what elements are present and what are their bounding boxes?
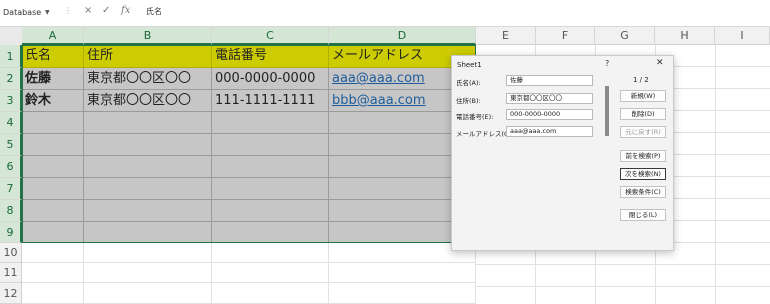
cell-b12[interactable] bbox=[84, 283, 212, 304]
cell-a9[interactable] bbox=[22, 222, 84, 243]
column-header-f[interactable]: F bbox=[536, 27, 595, 45]
cell-a1[interactable]: 氏名 bbox=[22, 45, 84, 68]
cell-a5[interactable] bbox=[22, 134, 84, 156]
cell-c11[interactable] bbox=[212, 263, 329, 283]
row-header-1[interactable]: 1 bbox=[0, 45, 22, 68]
cell-b1[interactable]: 住所 bbox=[84, 45, 212, 68]
cell-a10[interactable] bbox=[22, 243, 84, 263]
name-box-value: Database bbox=[3, 8, 42, 17]
cell-b11[interactable] bbox=[84, 263, 212, 283]
find-prev-button[interactable]: 前を検索(P) bbox=[620, 150, 666, 162]
field-input-address[interactable]: 東京都〇〇区〇〇 bbox=[506, 93, 593, 104]
cell-a6[interactable] bbox=[22, 156, 84, 178]
field-label-address: 住所(B): bbox=[456, 97, 481, 105]
select-all-corner[interactable] bbox=[0, 27, 23, 46]
dialog-title: Sheet1 bbox=[457, 61, 482, 69]
row-header-11[interactable]: 11 bbox=[0, 263, 22, 283]
row-header-5[interactable]: 5 bbox=[0, 134, 22, 156]
cell-a2[interactable]: 佐藤 bbox=[22, 68, 84, 90]
cell-b9[interactable] bbox=[84, 222, 212, 243]
column-header-c[interactable]: C bbox=[212, 27, 329, 45]
row-header-4[interactable]: 4 bbox=[0, 112, 22, 134]
row-header-3[interactable]: 3 bbox=[0, 90, 22, 112]
criteria-button[interactable]: 検索条件(C) bbox=[620, 186, 666, 198]
column-header-g[interactable]: G bbox=[595, 27, 655, 45]
cell-d12[interactable] bbox=[329, 283, 476, 304]
formula-input[interactable]: 氏名 bbox=[146, 6, 162, 17]
field-input-phone[interactable]: 000-0000-0000 bbox=[506, 109, 593, 120]
close-dialog-button[interactable]: 閉じる(L) bbox=[620, 209, 666, 221]
field-input-name[interactable]: 佐藤 bbox=[506, 75, 593, 86]
new-record-button[interactable]: 新規(W) bbox=[620, 90, 666, 102]
cell-a12[interactable] bbox=[22, 283, 84, 304]
cell-b5[interactable] bbox=[84, 134, 212, 156]
cell-c3[interactable]: 111-1111-1111 bbox=[212, 90, 329, 112]
insert-function-icon[interactable]: fx bbox=[121, 5, 130, 16]
restore-button[interactable]: 元に戻す(R) bbox=[620, 126, 666, 138]
cell-c4[interactable] bbox=[212, 112, 329, 134]
column-header-a[interactable]: A bbox=[22, 27, 84, 45]
cell-b2[interactable]: 東京都〇〇区〇〇 bbox=[84, 68, 212, 90]
cell-c12[interactable] bbox=[212, 283, 329, 304]
cell-b3[interactable]: 東京都〇〇区〇〇 bbox=[84, 90, 212, 112]
row-header-7[interactable]: 7 bbox=[0, 178, 22, 200]
cell-c9[interactable] bbox=[212, 222, 329, 243]
cell-c1[interactable]: 電話番号 bbox=[212, 45, 329, 68]
cell-b10[interactable] bbox=[84, 243, 212, 263]
cancel-icon[interactable]: × bbox=[84, 5, 92, 16]
enter-icon[interactable]: ✓ bbox=[102, 5, 110, 16]
row-header-8[interactable]: 8 bbox=[0, 200, 22, 222]
cell-b4[interactable] bbox=[84, 112, 212, 134]
cell-b6[interactable] bbox=[84, 156, 212, 178]
row-header-2[interactable]: 2 bbox=[0, 68, 22, 90]
row-header-12[interactable]: 12 bbox=[0, 283, 22, 304]
name-box[interactable]: Database ▼ bbox=[3, 4, 57, 21]
formula-bar: Database ▼ ⋮ × ✓ fx 氏名 bbox=[0, 0, 770, 27]
cell-a11[interactable] bbox=[22, 263, 84, 283]
column-header-i[interactable]: I bbox=[715, 27, 770, 45]
column-header-b[interactable]: B bbox=[84, 27, 212, 45]
field-input-email[interactable]: aaa@aaa.com bbox=[506, 126, 593, 137]
cell-a8[interactable] bbox=[22, 200, 84, 222]
row-header-6[interactable]: 6 bbox=[0, 156, 22, 178]
close-icon[interactable]: ✕ bbox=[656, 58, 664, 68]
delete-record-button[interactable]: 削除(D) bbox=[620, 108, 666, 120]
column-header-e[interactable]: E bbox=[476, 27, 536, 45]
record-scrollbar[interactable] bbox=[605, 86, 609, 136]
column-header-d[interactable]: D bbox=[329, 27, 476, 45]
cell-c2[interactable]: 000-0000-0000 bbox=[212, 68, 329, 90]
record-counter: 1 / 2 bbox=[633, 76, 649, 84]
cell-a3[interactable]: 鈴木 bbox=[22, 90, 84, 112]
row-header-9[interactable]: 9 bbox=[0, 222, 22, 243]
cell-a4[interactable] bbox=[22, 112, 84, 134]
column-header-h[interactable]: H bbox=[655, 27, 715, 45]
help-icon[interactable]: ? bbox=[605, 59, 609, 68]
field-label-phone: 電話番号(E): bbox=[456, 113, 494, 121]
row-header-10[interactable]: 10 bbox=[0, 243, 22, 263]
formula-bar-grip: ⋮ bbox=[64, 6, 72, 15]
cell-c8[interactable] bbox=[212, 200, 329, 222]
cell-b8[interactable] bbox=[84, 200, 212, 222]
cell-b7[interactable] bbox=[84, 178, 212, 200]
chevron-down-icon[interactable]: ▼ bbox=[45, 4, 50, 21]
cell-c10[interactable] bbox=[212, 243, 329, 263]
cell-c5[interactable] bbox=[212, 134, 329, 156]
find-next-button[interactable]: 次を検索(N) bbox=[620, 168, 666, 180]
cell-d11[interactable] bbox=[329, 263, 476, 283]
cell-c7[interactable] bbox=[212, 178, 329, 200]
cell-c6[interactable] bbox=[212, 156, 329, 178]
cell-a7[interactable] bbox=[22, 178, 84, 200]
data-form-dialog: Sheet1 ? ✕ 氏名(A): 佐藤 住所(B): 東京都〇〇区〇〇 電話番… bbox=[451, 55, 674, 251]
field-label-name: 氏名(A): bbox=[456, 79, 481, 87]
